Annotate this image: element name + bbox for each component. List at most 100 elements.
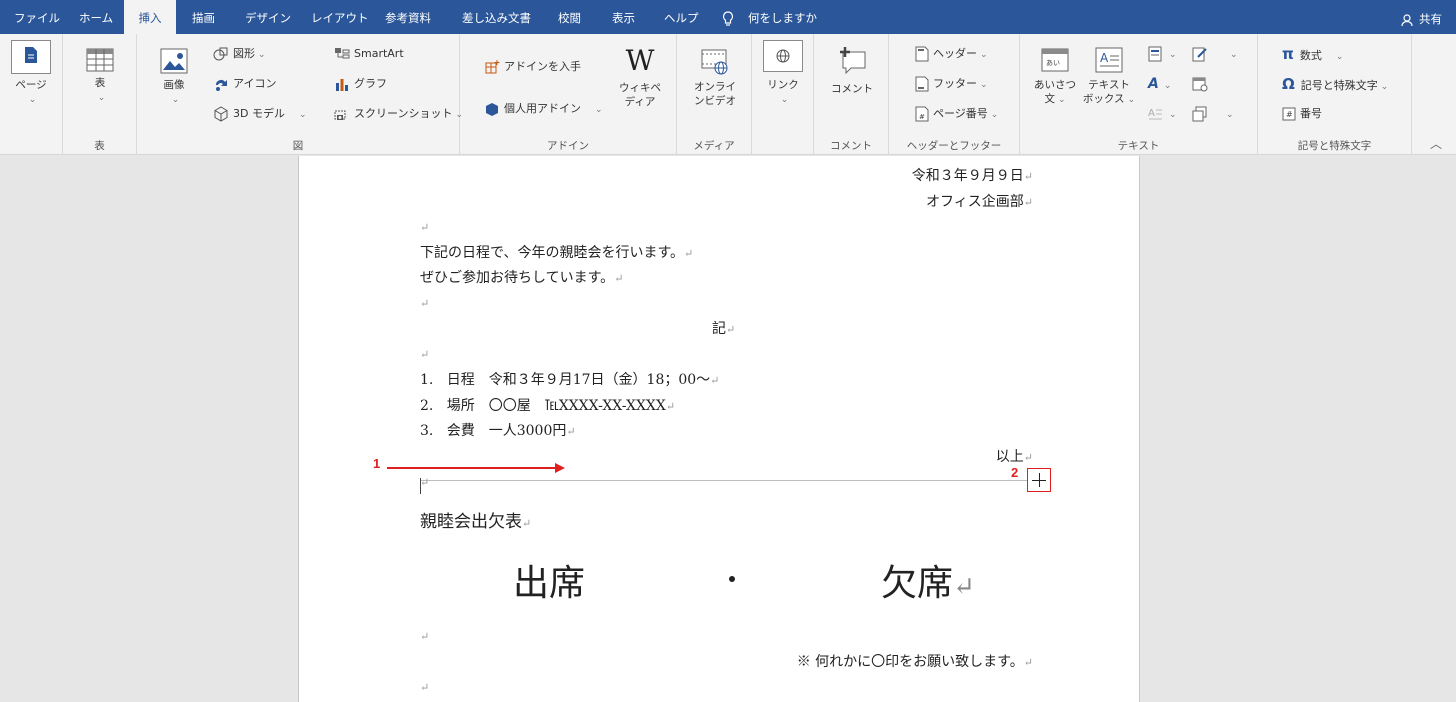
symbol-label: 記号と特殊文字 bbox=[1300, 79, 1378, 92]
link-label: リンク bbox=[767, 79, 799, 91]
picture-icon bbox=[160, 48, 188, 74]
group-links: リンク ⌄ bbox=[752, 34, 814, 155]
document-page[interactable]: 令和３年９月９日↵ オフィス企画部↵ ↵ 下記の日程で、今年の親睦会を行います。… bbox=[298, 156, 1140, 702]
my-addins-label: 個人用アドイン bbox=[504, 102, 581, 115]
wikipedia-button[interactable]: W ウィキペ ディア bbox=[610, 46, 670, 109]
signature-line-button[interactable]: ⌄ bbox=[1192, 45, 1238, 63]
greeting-button[interactable]: あい あいさつ文 ⌄ bbox=[1032, 46, 1078, 107]
pages-button[interactable]: ページ ⌄ bbox=[8, 40, 54, 107]
tab-layout[interactable]: レイアウト bbox=[311, 0, 369, 34]
attend-option: 出席 bbox=[513, 563, 586, 604]
header-button[interactable]: ヘッダー ⌄ bbox=[915, 45, 988, 63]
text-box-icon: A bbox=[1095, 47, 1123, 73]
screenshot-label: スクリーンショット bbox=[354, 107, 453, 120]
object-button[interactable]: ⌄ bbox=[1192, 105, 1234, 123]
shapes-icon bbox=[213, 47, 228, 61]
my-addins-button[interactable]: 個人用アドイン ⌄ bbox=[484, 100, 603, 118]
online-video-label-1: オンライ bbox=[694, 81, 736, 93]
collapse-ribbon-button[interactable]: ︿ bbox=[1430, 135, 1442, 152]
wordart-button[interactable]: A ⌄ bbox=[1148, 75, 1171, 93]
page-number-icon: # bbox=[915, 106, 929, 122]
cube-icon bbox=[214, 106, 228, 122]
tab-home[interactable]: ホーム bbox=[79, 0, 113, 34]
link-button[interactable]: リンク ⌄ bbox=[762, 40, 804, 107]
online-video-label-2: ンビデオ bbox=[694, 95, 736, 107]
svg-text:A: A bbox=[1100, 51, 1109, 65]
footer-button[interactable]: フッター ⌄ bbox=[915, 75, 988, 93]
get-addins-label: アドインを入手 bbox=[504, 60, 581, 73]
share-label: 共有 bbox=[1419, 12, 1442, 26]
date-time-button[interactable] bbox=[1192, 75, 1212, 93]
quick-parts-button[interactable]: ⌄ bbox=[1148, 45, 1177, 63]
shapes-button[interactable]: 図形 ⌄ bbox=[213, 45, 266, 63]
get-addins-button[interactable]: アドインを入手 bbox=[484, 58, 581, 76]
body-line-1: 下記の日程で、今年の親睦会を行います。↵ bbox=[420, 245, 694, 261]
annotation-number-2: 2 bbox=[1011, 465, 1019, 480]
text-box-label-1: テキスト bbox=[1088, 79, 1130, 91]
word-window: ファイル ホーム 挿入 描画 デザイン レイアウト 参考資料 差し込み文書 校閲… bbox=[0, 0, 1456, 702]
pi-icon: π bbox=[1282, 45, 1294, 63]
tab-view[interactable]: 表示 bbox=[612, 0, 635, 34]
tab-review[interactable]: 校閲 bbox=[558, 0, 581, 34]
wikipedia-icon: W bbox=[625, 44, 655, 77]
annotation-number-1: 1 bbox=[373, 456, 381, 471]
tab-references[interactable]: 参考資料 bbox=[385, 0, 431, 34]
3d-models-button[interactable]: 3D モデル ⌄ bbox=[213, 105, 307, 123]
table-button[interactable]: 表 ⌄ bbox=[81, 48, 119, 105]
addins-group-label: アドイン bbox=[547, 140, 589, 152]
icons-button[interactable]: アイコン bbox=[213, 75, 276, 93]
header-label: ヘッダー bbox=[933, 47, 977, 60]
table-title: 親睦会出欠表↵ bbox=[420, 512, 532, 532]
person-icon bbox=[1401, 13, 1413, 26]
ribbon-insert: ページ ⌄ 表 ⌄ 表 画像 ⌄ 図形 ⌄ アイコン 3D モデル ⌄ Smar… bbox=[0, 34, 1456, 155]
separator-dot bbox=[729, 576, 735, 582]
chart-label: グラフ bbox=[354, 77, 387, 90]
annotation-arrowhead bbox=[555, 463, 565, 473]
table-label: 表 bbox=[94, 77, 106, 89]
group-media: オンライ ンビデオ メディア bbox=[677, 34, 752, 155]
tab-help[interactable]: ヘルプ bbox=[664, 0, 699, 34]
page-number-button[interactable]: # ページ番号 ⌄ bbox=[915, 105, 998, 123]
online-video-button[interactable]: オンライ ンビデオ bbox=[691, 48, 739, 108]
smartart-button[interactable]: SmartArt bbox=[334, 45, 404, 63]
ribbon-tab-bar: ファイル ホーム 挿入 描画 デザイン レイアウト 参考資料 差し込み文書 校閲… bbox=[0, 0, 1456, 34]
tab-file[interactable]: ファイル bbox=[14, 0, 60, 34]
svg-text:#: # bbox=[1286, 110, 1293, 119]
object-icon bbox=[1192, 106, 1207, 122]
tab-mailings[interactable]: 差し込み文書 bbox=[462, 0, 531, 34]
icons-label: アイコン bbox=[233, 77, 277, 90]
comment-label: コメント bbox=[831, 83, 873, 95]
screenshot-icon bbox=[334, 110, 346, 120]
tab-design[interactable]: デザイン bbox=[245, 0, 291, 34]
ki-heading: 記↵ bbox=[712, 321, 736, 337]
symbol-button[interactable]: Ω 記号と特殊文字 ⌄ bbox=[1282, 75, 1388, 93]
add-row-plus-icon[interactable] bbox=[1027, 468, 1051, 492]
share-button[interactable]: 共有 bbox=[1401, 0, 1442, 38]
number-button[interactable]: # 番号 bbox=[1282, 105, 1322, 123]
text-box-button[interactable]: A テキスト ボックス ⌄ bbox=[1082, 46, 1136, 107]
equation-button[interactable]: π 数式 ⌄ bbox=[1282, 45, 1343, 63]
online-video-icon bbox=[701, 49, 728, 75]
absent-option: 欠席↵ bbox=[881, 563, 975, 604]
tab-insert[interactable]: 挿入 bbox=[124, 0, 176, 34]
group-comments: コメント コメント bbox=[814, 34, 889, 155]
screenshot-button[interactable]: スクリーンショット ⌄ bbox=[334, 105, 463, 123]
svg-text:#: # bbox=[919, 113, 925, 121]
annotation-arrow bbox=[387, 467, 563, 469]
group-symbols: π 数式 ⌄ Ω 記号と特殊文字 ⌄ # 番号 記号と特殊文字 bbox=[1258, 34, 1412, 155]
list-item: 1. 日程 令和３年９月17日（金）18；00～↵ bbox=[420, 372, 720, 388]
tell-me-search[interactable]: 何をしますか bbox=[748, 0, 817, 34]
svg-text:あい: あい bbox=[1046, 59, 1060, 67]
pages-label: ページ bbox=[15, 79, 47, 91]
svg-text:A: A bbox=[1148, 108, 1155, 119]
new-comment-icon bbox=[840, 47, 866, 74]
drop-cap-button[interactable]: A ⌄ bbox=[1148, 105, 1177, 123]
group-header-footer: ヘッダー ⌄ フッター ⌄ # ページ番号 ⌄ ヘッダーとフッター bbox=[889, 34, 1020, 155]
pictures-button[interactable]: 画像 ⌄ bbox=[153, 48, 195, 107]
chart-button[interactable]: グラフ bbox=[334, 75, 387, 93]
group-illustrations: 画像 ⌄ 図形 ⌄ アイコン 3D モデル ⌄ SmartArt グラフ スクリーンシ… bbox=[137, 34, 463, 155]
tab-draw[interactable]: 描画 bbox=[192, 0, 215, 34]
illustrations-group-label: 図 bbox=[292, 140, 304, 152]
pictures-label: 画像 bbox=[163, 79, 185, 91]
comment-button[interactable]: コメント bbox=[828, 46, 876, 96]
